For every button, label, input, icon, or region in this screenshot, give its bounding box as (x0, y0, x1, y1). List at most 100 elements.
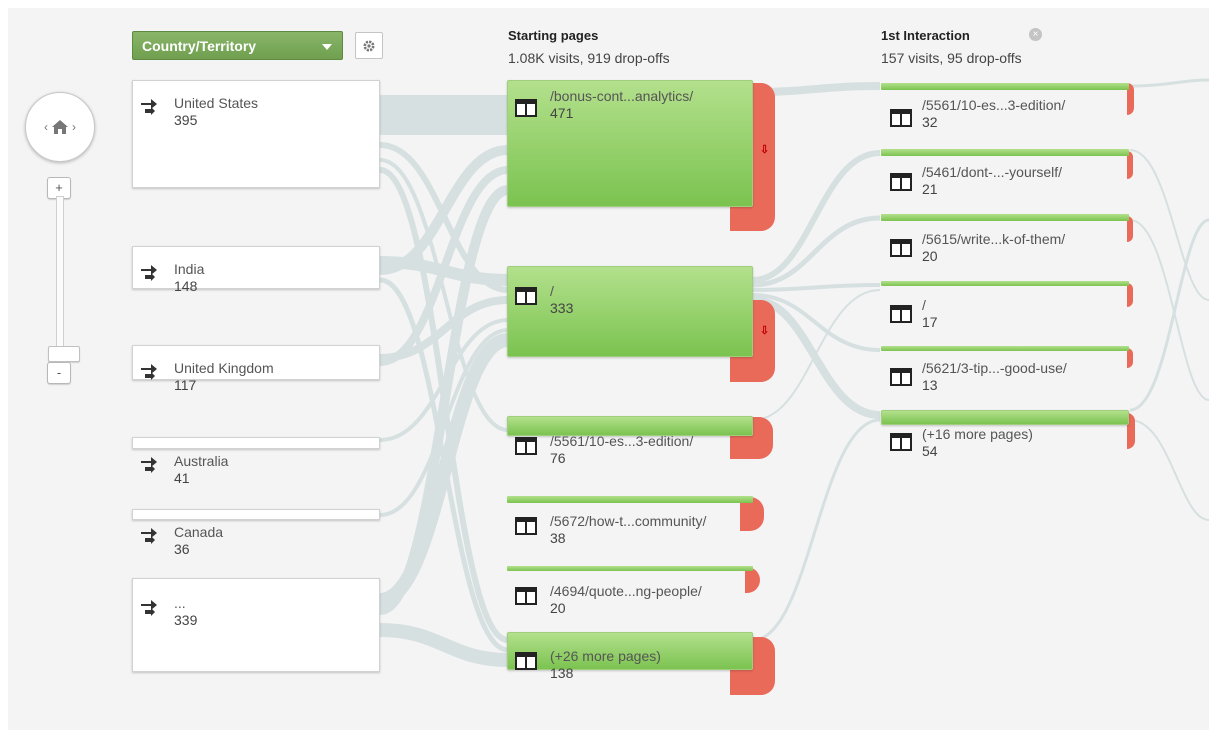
page-name: /5561/10-es...3-edition/ (550, 433, 694, 449)
close-icon[interactable]: × (1029, 28, 1042, 41)
country-label: United Kingdom 117 (174, 360, 274, 394)
page-name: /bonus-cont...analytics/ (550, 88, 694, 104)
country-count: 148 (174, 278, 198, 294)
country-count: 36 (174, 541, 190, 557)
interaction-page-node[interactable] (881, 410, 1129, 425)
page-label: /5461/dont-...-yourself/ 21 (922, 164, 1062, 198)
column-header-starting-pages: Starting pages 1.08K visits, 919 drop-of… (508, 28, 670, 66)
country-name: ... (174, 595, 186, 611)
country-node[interactable] (132, 578, 380, 672)
country-count: 41 (174, 470, 190, 486)
page-count: 54 (922, 443, 938, 459)
page-layout-icon (515, 517, 537, 535)
page-layout-icon (890, 305, 912, 323)
page-label: /4694/quote...ng-people/ 20 (550, 583, 702, 617)
page-label: /5672/how-t...community/ 38 (550, 513, 706, 547)
page-name: /5672/how-t...community/ (550, 513, 707, 529)
column-summary: 157 visits, 95 drop-offs (881, 50, 1022, 66)
arrow-down-icon: ⇩ (760, 325, 770, 337)
page-label: /5561/10-es...3-edition/ 32 (922, 97, 1065, 131)
page-name: / (550, 283, 554, 299)
page-layout-icon (890, 173, 912, 191)
page-layout-icon (890, 368, 912, 386)
page-count: 138 (550, 665, 574, 681)
page-label: (+16 more pages) 54 (922, 426, 1033, 460)
dimension-select-value: Country/Territory (142, 38, 257, 54)
column-title: Starting pages (508, 28, 599, 43)
page-layout-icon (890, 109, 912, 127)
chevron-down-icon (322, 44, 332, 50)
country-node[interactable] (132, 246, 380, 289)
page-layout-icon (515, 437, 537, 455)
swap-arrows-icon (141, 600, 157, 616)
country-label: Canada 36 (174, 524, 223, 558)
page-name: / (922, 297, 926, 313)
country-name: United Kingdom (174, 360, 274, 376)
dimension-select[interactable]: Country/Territory (132, 31, 343, 60)
starting-page-node[interactable] (507, 496, 753, 503)
page-label: (+26 more pages) 138 (550, 648, 661, 682)
page-count: 471 (550, 105, 574, 121)
page-name: /5561/10-es...3-edition/ (922, 97, 1066, 113)
page-count: 20 (922, 248, 938, 264)
page-count: 32 (922, 114, 938, 130)
country-node[interactable] (132, 437, 380, 449)
dropoff-bar[interactable] (1127, 348, 1133, 368)
page-layout-icon (515, 587, 537, 605)
page-layout-icon (890, 239, 912, 257)
page-label: /5615/write...k-of-them/ 20 (922, 231, 1065, 265)
country-name: India (174, 261, 205, 277)
country-label: United States 395 (174, 95, 258, 129)
arrow-down-icon: ⇩ (760, 144, 770, 156)
country-label: Australia 41 (174, 453, 228, 487)
page-name: /5461/dont-...-yourself/ (922, 164, 1063, 180)
zoom-out-button[interactable]: - (47, 362, 71, 384)
interaction-page-node[interactable] (881, 346, 1129, 351)
page-count: 21 (922, 181, 938, 197)
zoom-slider-track[interactable] (56, 196, 64, 350)
country-name: Canada (174, 524, 224, 540)
starting-page-node[interactable] (507, 266, 753, 357)
dropoff-bar[interactable] (1127, 283, 1133, 307)
page-layout-icon (515, 99, 537, 117)
starting-page-node[interactable] (507, 566, 753, 571)
interaction-page-node[interactable] (881, 83, 1129, 90)
chevron-right-icon: › (72, 120, 76, 134)
interaction-page-node[interactable] (881, 214, 1129, 221)
page-label: /5621/3-tip...-good-use/ 13 (922, 360, 1067, 394)
page-count: 13 (922, 377, 938, 393)
flow-visualization: ‹ › + - Country/Territory Starting pages… (0, 0, 1209, 731)
page-name: (+26 more pages) (550, 648, 661, 664)
page-label: /5561/10-es...3-edition/ 76 (550, 433, 693, 467)
page-layout-icon (515, 287, 537, 305)
country-node[interactable] (132, 509, 380, 520)
country-count: 117 (174, 377, 197, 393)
swap-arrows-icon (141, 528, 157, 544)
page-layout-icon (890, 433, 912, 451)
country-count: 339 (174, 612, 198, 628)
page-count: 76 (550, 450, 566, 466)
page-count: 333 (550, 300, 574, 316)
zoom-slider-thumb[interactable] (48, 346, 80, 362)
column-summary: 1.08K visits, 919 drop-offs (508, 50, 670, 66)
column-title: 1st Interaction (881, 28, 970, 43)
page-name: (+16 more pages) (922, 426, 1033, 442)
home-icon (52, 120, 68, 134)
country-label: India 148 (174, 261, 204, 295)
chevron-left-icon: ‹ (44, 120, 48, 134)
page-label: / 17 (922, 297, 938, 331)
page-label: /bonus-cont...analytics/ 471 (550, 88, 693, 122)
page-name: /5615/write...k-of-them/ (922, 231, 1066, 247)
page-count: 17 (922, 314, 938, 330)
page-label: / 333 (550, 283, 573, 317)
country-label: ... 339 (174, 595, 197, 629)
page-name: /4694/quote...ng-people/ (550, 583, 702, 599)
settings-button[interactable] (355, 32, 383, 59)
interaction-page-node[interactable] (881, 281, 1129, 286)
gear-icon (363, 40, 375, 51)
home-navigation-button[interactable]: ‹ › (25, 92, 95, 162)
page-count: 20 (550, 600, 566, 616)
interaction-page-node[interactable] (881, 149, 1129, 156)
swap-arrows-icon (141, 457, 157, 473)
swap-arrows-icon (141, 364, 157, 380)
